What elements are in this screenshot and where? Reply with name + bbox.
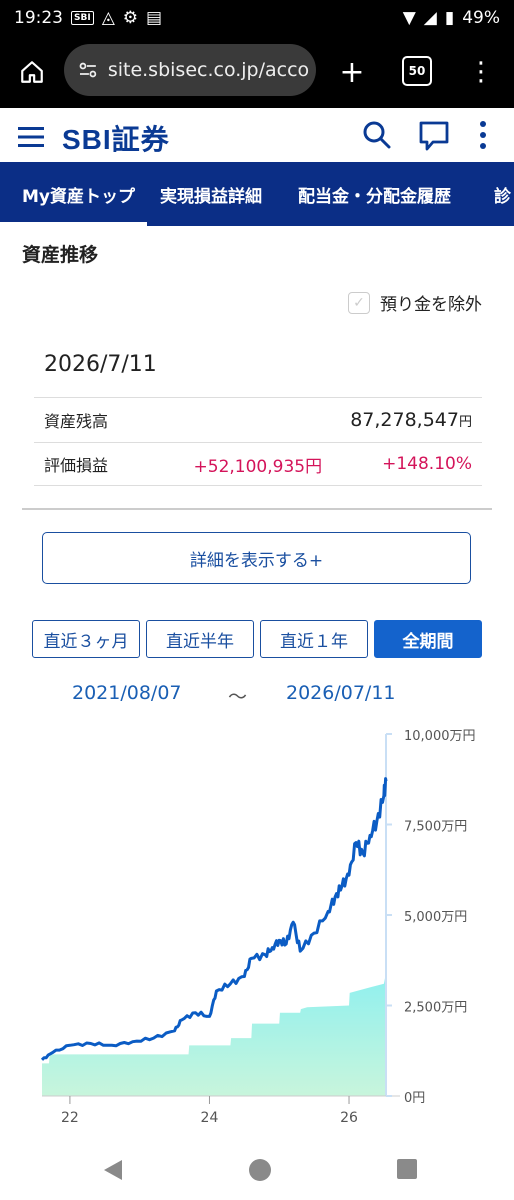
back-icon[interactable] <box>102 1158 124 1182</box>
wifi-icon: ▼ <box>402 8 416 28</box>
home-icon[interactable] <box>14 52 50 92</box>
pl-value: +52,100,935円 <box>193 456 323 477</box>
signal-icon: ◢ <box>423 8 437 28</box>
pl-row: 評価損益 +52,100,935円 +148.10% <box>34 442 482 486</box>
x-tick-label: 24 <box>201 1110 219 1126</box>
y-tick-label: 5,000万円 <box>404 910 467 925</box>
status-time: 19:23 <box>14 8 63 28</box>
x-tick-label: 26 <box>340 1110 358 1126</box>
period-3-months-button[interactable]: 直近３ヶ月 <box>32 620 140 658</box>
tab-diagnosis[interactable]: 診 <box>494 182 511 207</box>
site-header: SBI証券 <box>0 108 514 162</box>
range-start-date[interactable]: 2021/08/07 <box>72 682 182 704</box>
battery-percent: 49% <box>462 8 500 28</box>
url-text: site.sbisec.co.jp/acco <box>107 59 310 81</box>
y-tick-label: 0円 <box>404 1091 425 1106</box>
address-bar[interactable]: site.sbisec.co.jp/acco <box>64 44 316 96</box>
y-tick-label: 7,500万円 <box>404 820 467 835</box>
exclude-deposit-checkbox[interactable]: ✓ <box>348 291 370 314</box>
more-menu-icon[interactable] <box>478 120 488 150</box>
site-settings-icon[interactable] <box>78 60 98 80</box>
new-tab-icon[interactable]: + <box>334 52 370 92</box>
show-detail-button[interactable]: 詳細を表示する+ <box>42 532 471 584</box>
y-tick-label: 2,500万円 <box>404 1001 467 1016</box>
sbi-notification-icon: SBI <box>71 11 94 25</box>
recents-icon[interactable] <box>396 1158 418 1180</box>
tab-my-assets-top[interactable]: My資産トップ <box>22 182 135 207</box>
chat-icon[interactable] <box>418 120 450 152</box>
divider <box>22 508 492 510</box>
notification-icon: ◬ <box>101 8 115 28</box>
active-tab-indicator <box>0 222 147 226</box>
tab-switcher-button[interactable]: 50 <box>402 56 432 86</box>
sbi-logo[interactable]: SBI証券 <box>62 118 170 158</box>
deposit-area-series <box>42 972 386 1096</box>
search-icon[interactable] <box>362 120 392 150</box>
period-half-year-button[interactable]: 直近半年 <box>146 620 254 658</box>
range-separator: ～ <box>228 686 248 708</box>
balance-value: 87,278,547円 <box>350 409 472 431</box>
settings-icon: ⚙ <box>122 8 139 28</box>
pl-label: 評価損益 <box>44 456 109 475</box>
browser-menu-icon[interactable]: ⋮ <box>466 52 496 92</box>
tab-dividend-history[interactable]: 配当金・分配金履歴 <box>298 182 451 207</box>
battery-icon: ▮ <box>444 8 455 28</box>
calendar-icon: ▤ <box>146 8 163 28</box>
asset-chart[interactable]: 10,000万円 7,500万円 5,000万円 2,500万円 0円 22 24 26 <box>0 710 514 1130</box>
pl-percent: +148.10% <box>382 454 472 474</box>
x-tick-label: 22 <box>61 1110 79 1126</box>
home-nav-icon[interactable] <box>248 1158 272 1182</box>
status-bar: 19:23 SBI ◬ ⚙ ▤ ▼ ◢ ▮ 49% <box>0 0 514 36</box>
period-all-button[interactable]: 全期間 <box>374 620 482 658</box>
y-tick-label: 10,000万円 <box>404 729 476 744</box>
tab-count: 50 <box>408 64 426 78</box>
home-icon-svg <box>21 61 43 83</box>
balance-amount: 87,278,547 <box>350 408 459 431</box>
tab-realized-pl[interactable]: 実現損益詳細 <box>160 182 262 207</box>
balance-label: 資産残高 <box>44 411 109 431</box>
system-nav-bar <box>0 1140 514 1200</box>
balance-row: 資産残高 87,278,547円 <box>34 397 482 441</box>
period-1-year-button[interactable]: 直近１年 <box>260 620 368 658</box>
as-of-date: 2026/7/11 <box>44 352 157 377</box>
exclude-deposit-label: 預り金を除外 <box>380 295 482 315</box>
browser-toolbar: site.sbisec.co.jp/acco + 50 ⋮ <box>0 36 514 108</box>
nav-tabs: My資産トップ 実現損益詳細 配当金・分配金履歴 診 <box>0 162 514 226</box>
balance-unit: 円 <box>458 414 472 430</box>
hamburger-menu-icon[interactable] <box>18 126 44 148</box>
exclude-deposit-checkbox-row[interactable]: ✓ 預り金を除外 <box>348 290 482 315</box>
range-end-date[interactable]: 2026/07/11 <box>286 682 396 704</box>
section-title: 資産推移 <box>22 244 99 266</box>
